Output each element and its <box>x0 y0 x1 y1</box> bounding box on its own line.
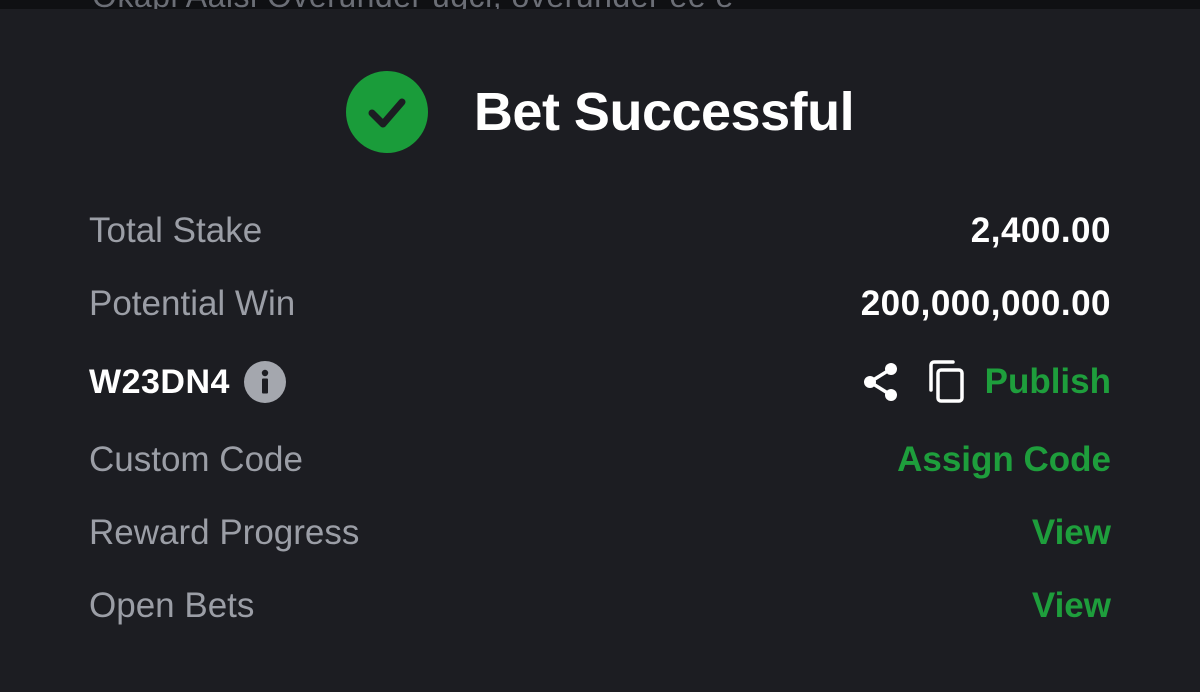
bet-success-header: Bet Successful <box>0 70 1200 154</box>
reward-progress-row: Reward Progress View <box>89 508 1111 558</box>
potential-win-label: Potential Win <box>89 284 296 323</box>
booking-code-row: W23DN4 Publish <box>89 357 1111 407</box>
reward-progress-label: Reward Progress <box>89 513 360 552</box>
top-strip-text: Okapi Aalsi Overunder ugci, overunder ee… <box>92 0 734 9</box>
total-stake-value: 2,400.00 <box>970 211 1111 250</box>
reward-progress-view-button[interactable]: View <box>1032 513 1111 553</box>
top-overlay-strip: Okapi Aalsi Overunder ugci, overunder ee… <box>0 0 1200 9</box>
check-circle-icon <box>345 71 428 153</box>
custom-code-label: Custom Code <box>89 440 303 479</box>
custom-code-row: Custom Code Assign Code <box>89 435 1111 485</box>
open-bets-view-button[interactable]: View <box>1032 586 1111 626</box>
booking-code-group: W23DN4 <box>89 361 286 403</box>
open-bets-row: Open Bets View <box>89 581 1111 631</box>
total-stake-row: Total Stake 2,400.00 <box>89 206 1111 256</box>
publish-button[interactable]: Publish <box>985 362 1111 402</box>
share-icon[interactable] <box>861 361 901 403</box>
page-title: Bet Successful <box>473 82 855 142</box>
assign-code-button[interactable]: Assign Code <box>897 440 1111 480</box>
potential-win-row: Potential Win 200,000,000.00 <box>89 279 1111 329</box>
info-icon[interactable] <box>243 361 286 403</box>
booking-actions: Publish <box>861 360 1111 404</box>
total-stake-label: Total Stake <box>89 211 263 250</box>
booking-code: W23DN4 <box>89 362 230 401</box>
potential-win-value: 200,000,000.00 <box>860 284 1111 323</box>
open-bets-label: Open Bets <box>89 586 255 625</box>
copy-icon[interactable] <box>927 360 967 404</box>
